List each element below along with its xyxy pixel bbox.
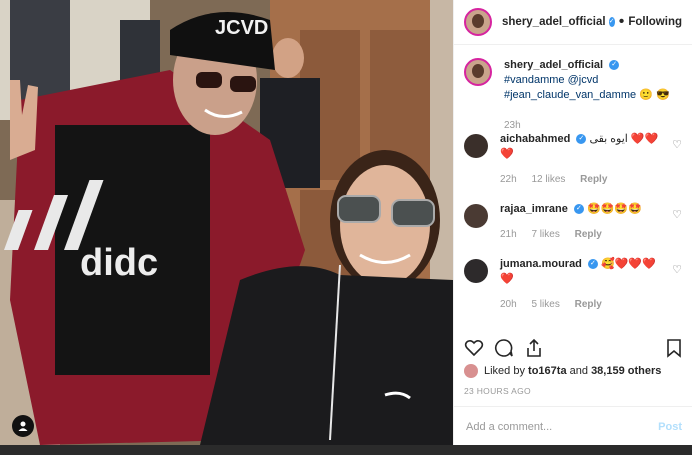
commenter-avatar[interactable] <box>464 204 488 228</box>
like-comment-heart-icon[interactable]: ♡ <box>672 263 682 276</box>
comment-input[interactable] <box>464 419 659 434</box>
comment-likes[interactable]: 5 likes <box>531 299 559 310</box>
likes-count[interactable]: 38,159 others <box>591 365 661 377</box>
reply-button[interactable]: Reply <box>575 299 602 310</box>
emoji: 🙂 <box>639 89 653 101</box>
author-avatar[interactable] <box>464 8 492 36</box>
comment-body: aichabahmed ✓ ايوه بقى ❤️❤️ ❤️ 22h 12 li… <box>500 132 670 202</box>
caption-avatar[interactable] <box>464 58 492 86</box>
author-username[interactable]: shery_adel_official <box>502 16 606 28</box>
comment-text: 🤩🤩🤩🤩 <box>587 203 642 215</box>
verified-badge-icon: ✓ <box>609 60 620 71</box>
comment-body: jumana.mourad ✓ 🥰❤️❤️❤️ ❤️ 20h 5 likes R… <box>500 257 670 327</box>
reply-button[interactable]: Reply <box>575 229 602 240</box>
add-comment-bar: Post <box>454 406 692 446</box>
comment-body: rajaa_imrane ✓ 🤩🤩🤩🤩 21h 7 likes Reply <box>500 202 670 257</box>
post-side-panel: shery_adel_official ✓ • Following shery_… <box>453 0 692 445</box>
liker-username[interactable]: to167ta <box>528 365 567 377</box>
mention-link[interactable]: @jcvd <box>568 74 599 86</box>
reply-button[interactable]: Reply <box>580 174 607 185</box>
caption-body: shery_adel_official ✓ #vandamme @jcvd #j… <box>504 58 674 132</box>
caption-time[interactable]: 23h <box>504 120 521 131</box>
comment-time[interactable]: 21h <box>500 229 517 240</box>
likes-summary: Liked by to167ta and 38,159 others <box>464 364 686 378</box>
commenter-username[interactable]: aichabahmed <box>500 133 570 145</box>
comment-time[interactable]: 20h <box>500 299 517 310</box>
bottom-strip <box>0 445 692 455</box>
commenter-username[interactable]: rajaa_imrane <box>500 203 568 215</box>
like-comment-heart-icon[interactable]: ♡ <box>672 138 682 151</box>
shirt-logo-text: didc <box>80 242 158 284</box>
verified-badge-icon: ✓ <box>573 204 584 215</box>
verified-badge-icon: ✓ <box>576 134 587 145</box>
post-photo[interactable]: didc JCVD <box>0 0 453 445</box>
post-header: shery_adel_official ✓ • Following <box>454 0 692 45</box>
comment-text: ايوه بقى ❤️❤️ <box>589 133 659 145</box>
bookmark-icon[interactable] <box>666 338 682 358</box>
person-icon <box>18 421 28 431</box>
caption-item: shery_adel_official ✓ #vandamme @jcvd #j… <box>454 58 692 132</box>
likes-connector: and <box>569 365 588 377</box>
comments-list: shery_adel_official ✓ #vandamme @jcvd #j… <box>454 58 692 327</box>
cap-text: JCVD <box>215 17 268 39</box>
comment-likes[interactable]: 12 likes <box>531 174 565 185</box>
comment-time[interactable]: 22h <box>500 174 517 185</box>
hashtag-link[interactable]: #vandamme <box>504 74 565 86</box>
caption-username[interactable]: shery_adel_official <box>504 59 603 71</box>
action-bar <box>464 335 682 361</box>
like-comment-heart-icon[interactable]: ♡ <box>672 208 682 221</box>
heart-icon[interactable] <box>464 338 484 358</box>
post-comment-button[interactable]: Post <box>658 421 682 433</box>
comment-item: rajaa_imrane ✓ 🤩🤩🤩🤩 21h 7 likes Reply ♡ <box>454 202 692 257</box>
liker-avatar[interactable] <box>464 364 478 378</box>
comment-text-extra: ❤️ <box>500 148 514 160</box>
user-tag-button[interactable] <box>12 415 34 437</box>
verified-badge-icon: ✓ <box>587 259 598 270</box>
comment-text-extra: ❤️ <box>500 273 514 285</box>
commenter-avatar[interactable] <box>464 134 488 158</box>
separator-dot: • <box>618 13 625 30</box>
commenter-username[interactable]: jumana.mourad <box>500 258 582 270</box>
comment-item: aichabahmed ✓ ايوه بقى ❤️❤️ ❤️ 22h 12 li… <box>454 132 692 202</box>
hashtag-link[interactable]: #jean_claude_van_damme <box>504 89 636 101</box>
post-timestamp[interactable]: 23 HOURS AGO <box>464 386 531 396</box>
verified-badge-icon: ✓ <box>608 17 615 27</box>
following-button[interactable]: Following <box>628 16 682 28</box>
photo-image: didc JCVD <box>0 0 453 445</box>
emoji: 😎 <box>655 89 670 101</box>
comment-icon[interactable] <box>494 338 514 358</box>
likes-prefix: Liked by <box>484 365 525 377</box>
commenter-avatar[interactable] <box>464 259 488 283</box>
comment-item: jumana.mourad ✓ 🥰❤️❤️❤️ ❤️ 20h 5 likes R… <box>454 257 692 327</box>
comment-text: 🥰❤️❤️❤️ <box>601 258 656 270</box>
share-icon[interactable] <box>524 338 544 358</box>
comment-likes[interactable]: 7 likes <box>531 229 559 240</box>
